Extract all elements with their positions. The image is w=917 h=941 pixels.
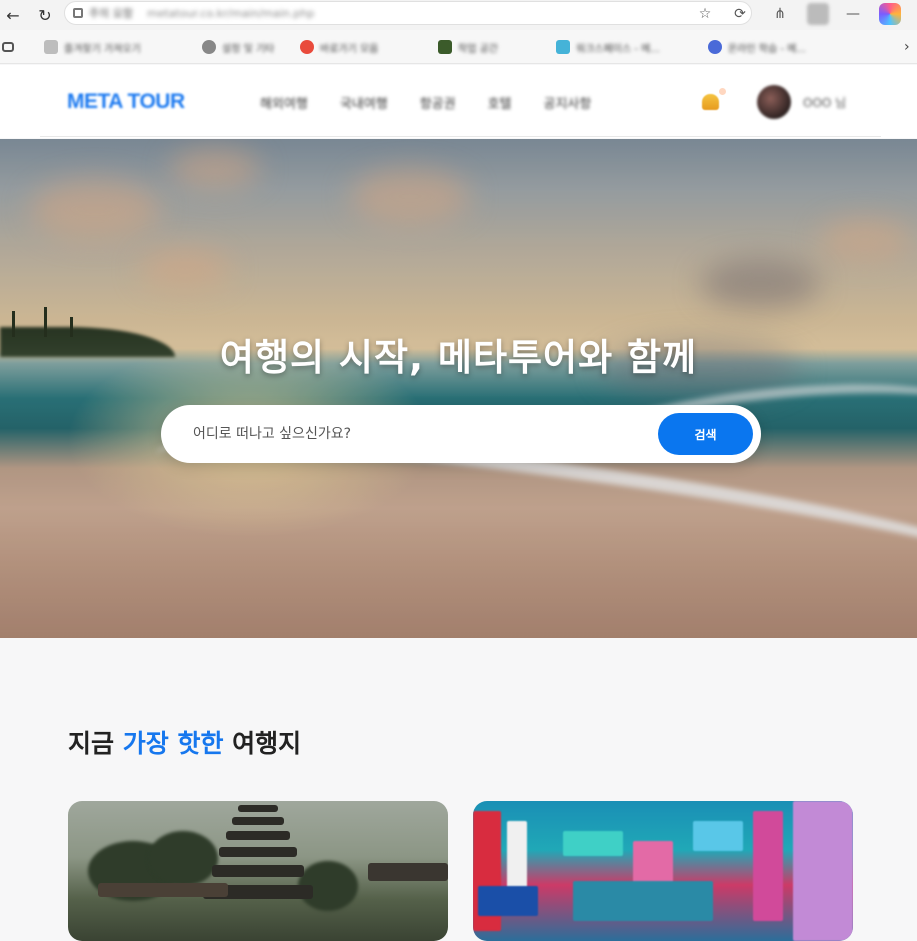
hero-title: 여행의 시작, 메타투어와 함께 [219,336,698,379]
gear-icon [202,40,216,54]
refresh-icon[interactable]: ↻ [32,2,58,28]
bookmark-item[interactable]: 온라인 학습 - 메... [708,38,806,56]
nav-item-domestic[interactable]: 국내여행 [340,93,388,112]
nav-item-notice[interactable]: 공지사항 [544,93,592,112]
bookmark-item[interactable]: 즐겨찾기 가져오기 [44,38,141,56]
copilot-icon[interactable] [879,3,901,25]
bell-icon[interactable] [700,88,726,112]
site-icon [438,40,452,54]
site-icon [300,40,314,54]
destination-card-tokyo[interactable] [473,801,853,941]
tab-actions-icon[interactable] [2,38,20,56]
bookmark-label: 온라인 학습 - 메... [728,43,806,55]
chevron-right-icon[interactable]: › [904,38,910,56]
notification-dot [719,88,726,95]
search-input[interactable] [193,422,653,446]
nav-item-flights[interactable]: 항공권 [420,93,456,112]
extension-refresh-icon[interactable]: ⟳ [729,3,751,25]
profile-icon[interactable] [807,3,829,25]
star-icon[interactable]: ☆ [694,3,716,25]
bookmark-item[interactable]: 작업 공간 [438,38,498,56]
address-bar[interactable]: 주의 요함 metatour.co.kr/main/main.php [64,1,752,25]
folder-icon [44,40,58,54]
site-header: META TOUR 해외여행 국내여행 항공권 호텔 공지사항 OOO 님 [0,65,917,138]
site-icon [708,40,722,54]
bookmark-label: 바로가기 모음 [320,43,379,55]
nav-item-hotel[interactable]: 호텔 [488,93,512,112]
section-title-post: 여행지 [232,729,302,758]
main-nav: 해외여행 국내여행 항공권 호텔 공지사항 [260,93,623,112]
browser-toolbar: ← ↻ 주의 요함 metatour.co.kr/main/main.php ☆… [0,0,917,30]
avatar[interactable] [757,85,791,119]
bookmark-label: 설정 및 기타 [222,43,275,55]
header-divider [40,136,881,137]
site-icon [556,40,570,54]
address-url[interactable]: metatour.co.kr/main/main.php [147,7,314,20]
address-security-label: 주의 요함 [89,7,133,20]
more-icon[interactable]: — [842,3,864,25]
hero-banner: 여행의 시작, 메타투어와 함께 검색 [0,139,917,638]
section-title-pre: 지금 [68,729,115,758]
split-icon[interactable]: ⋔ [769,3,791,25]
bookmark-item[interactable]: 바로가기 모음 [300,38,378,56]
back-arrow-icon[interactable]: ← [0,2,26,28]
search-button[interactable]: 검색 [658,413,753,455]
search-box: 검색 [161,405,761,463]
bookmark-item[interactable]: 설정 및 기타 [202,38,274,56]
bookmark-label: 워크스페이스 - 메... [576,43,660,55]
section-title: 지금 가장 핫한 여행지 [68,724,301,760]
destination-card-bali[interactable] [68,801,448,941]
lock-icon [73,8,83,18]
bookmarks-bar: 즐겨찾기 가져오기 설정 및 기타 바로가기 모음 작업 공간 워크스페이스 -… [0,30,917,64]
bookmark-item[interactable]: 워크스페이스 - 메... [556,38,660,56]
bookmark-label: 즐겨찾기 가져오기 [64,43,141,55]
user-name[interactable]: OOO 님 [803,94,846,111]
bookmark-label: 작업 공간 [458,43,498,55]
nav-item-overseas[interactable]: 해외여행 [260,93,308,112]
section-title-accent: 가장 핫한 [122,729,224,758]
logo[interactable]: META TOUR [67,90,185,114]
